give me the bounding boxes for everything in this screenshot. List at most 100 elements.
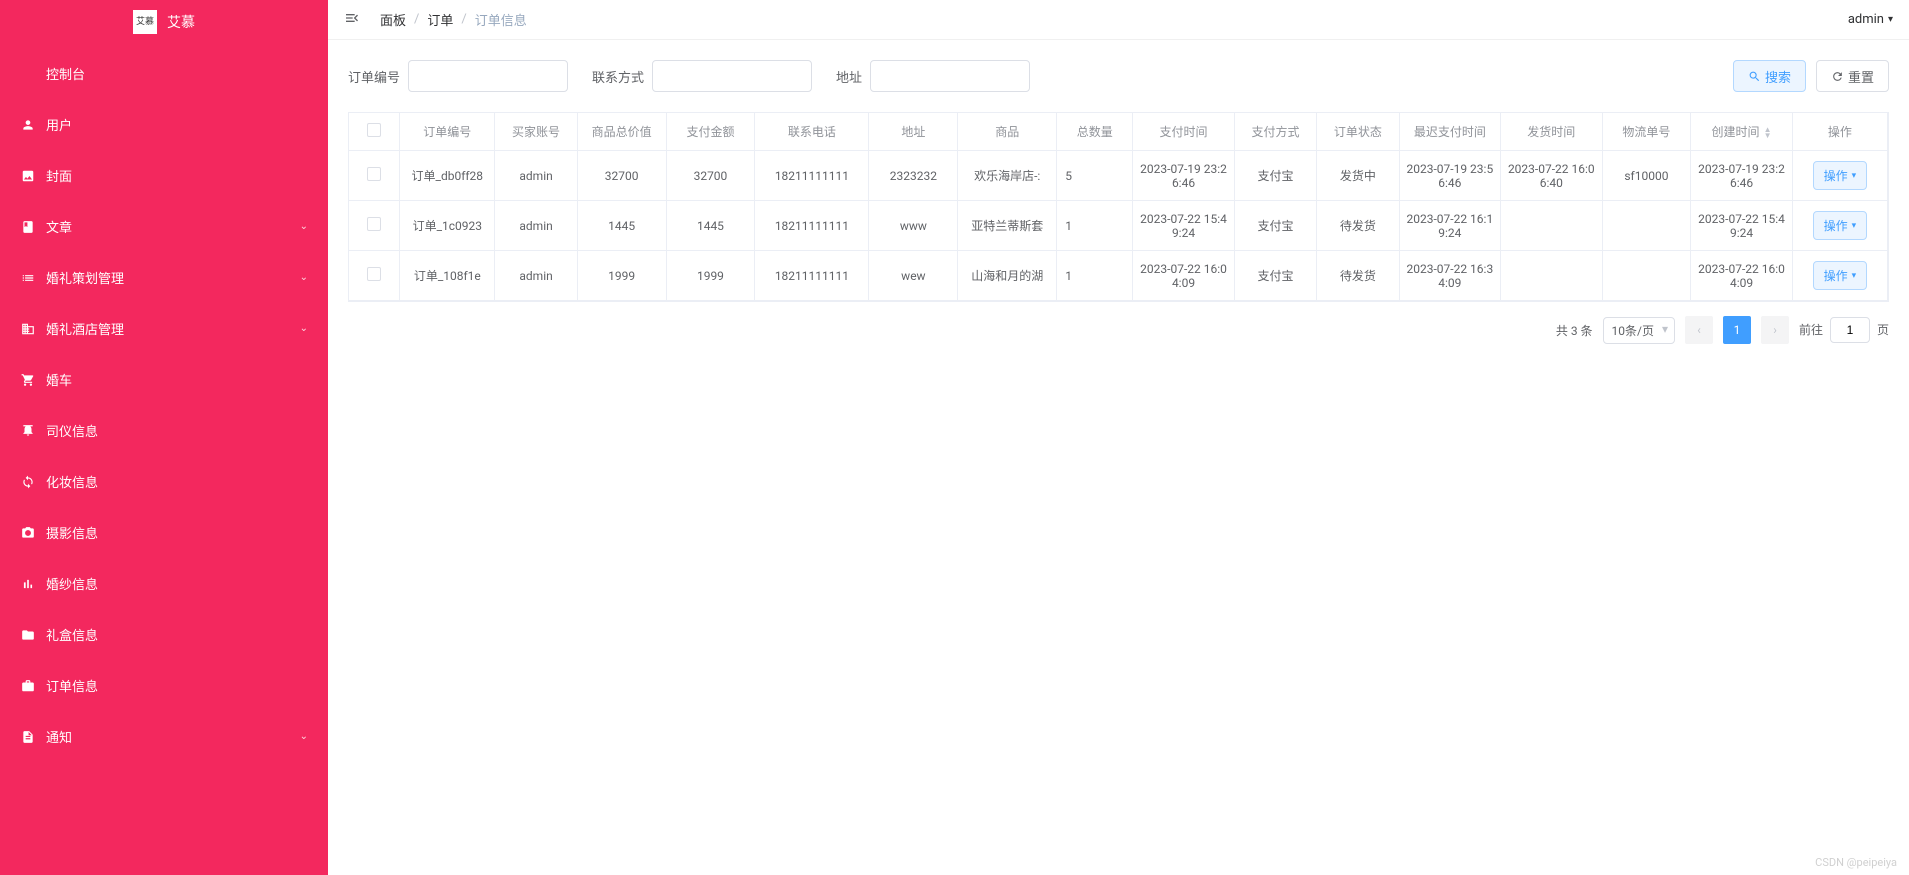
sidebar-item-label: 通知 [46, 727, 72, 746]
user-dropdown[interactable]: admin ▾ [1848, 12, 1893, 27]
select-all-checkbox[interactable] [367, 123, 381, 137]
cell-buyer: admin [495, 251, 577, 301]
collapse-sidebar-button[interactable] [344, 10, 360, 30]
breadcrumb-item[interactable]: 面板 [380, 10, 406, 29]
col-product: 商品 [958, 113, 1057, 151]
sidebar-item-label: 控制台 [46, 64, 85, 83]
cart-icon [20, 372, 36, 388]
cell-pay-time: 2023-07-22 15:49:24 [1133, 201, 1234, 251]
sidebar-item-label: 礼盒信息 [46, 625, 98, 644]
col-action: 操作 [1792, 113, 1887, 151]
refresh-icon [20, 474, 36, 490]
cell-total: 1445 [577, 201, 666, 251]
cell-buyer: admin [495, 151, 577, 201]
sidebar-item-label: 封面 [46, 166, 72, 185]
sidebar-item-label: 摄影信息 [46, 523, 98, 542]
sidebar-item[interactable]: 婚礼酒店管理⌄ [0, 303, 328, 354]
form-item-contact: 联系方式 [592, 60, 812, 92]
search-button-label: 搜索 [1765, 67, 1791, 86]
col-total: 商品总价值 [577, 113, 666, 151]
cell-pay-method: 支付宝 [1234, 251, 1316, 301]
sidebar-item[interactable]: 司仪信息 [0, 405, 328, 456]
sidebar-item-label: 文章 [46, 217, 72, 236]
row-checkbox[interactable] [367, 217, 381, 231]
cell-pay-time: 2023-07-22 16:04:09 [1133, 251, 1234, 301]
reset-button-label: 重置 [1848, 67, 1874, 86]
address-input[interactable] [870, 60, 1030, 92]
row-action-button[interactable]: 操作 ▾ [1813, 261, 1868, 290]
app-title: 艾慕 [167, 12, 195, 32]
chevron-down-icon: ⌄ [300, 221, 308, 232]
cell-total: 32700 [577, 151, 666, 201]
breadcrumb-sep: / [461, 12, 466, 27]
sidebar-item-label: 婚车 [46, 370, 72, 389]
col-created-sortable[interactable]: 创建时间▲▼ [1691, 113, 1792, 151]
sidebar-item[interactable]: 婚纱信息 [0, 558, 328, 609]
cell-qty: 1 [1057, 251, 1133, 301]
cell-created: 2023-07-22 15:49:24 [1691, 201, 1792, 251]
image-icon [20, 168, 36, 184]
cell-paid: 1999 [666, 251, 755, 301]
caret-down-icon: ▾ [1852, 221, 1857, 231]
col-phone: 联系电话 [755, 113, 869, 151]
col-pay-method: 支付方式 [1234, 113, 1316, 151]
cell-phone: 18211111111 [755, 151, 869, 201]
sidebar-item[interactable]: 封面 [0, 150, 328, 201]
building-icon [20, 321, 36, 337]
row-checkbox[interactable] [367, 267, 381, 281]
col-addr: 地址 [869, 113, 958, 151]
col-ship-time: 发货时间 [1501, 113, 1602, 151]
cell-phone: 18211111111 [755, 201, 869, 251]
search-button[interactable]: 搜索 [1733, 60, 1806, 92]
cell-status: 待发货 [1317, 201, 1399, 251]
cell-latest-pay: 2023-07-22 16:34:09 [1399, 251, 1500, 301]
row-action-button[interactable]: 操作 ▾ [1813, 161, 1868, 190]
col-order-no: 订单编号 [400, 113, 495, 151]
book-icon [20, 219, 36, 235]
table-row: 订单_1c0923 admin 1445 1445 18211111111 ww… [349, 201, 1888, 251]
order-icon [20, 678, 36, 694]
sidebar-item[interactable]: 婚礼策划管理⌄ [0, 252, 328, 303]
form-item-address: 地址 [836, 60, 1030, 92]
prev-page-button[interactable]: ‹ [1685, 316, 1713, 344]
sidebar-item[interactable]: 化妆信息 [0, 456, 328, 507]
watermark: CSDN @peipeiya [1815, 856, 1897, 869]
sidebar-menu: 控制台用户封面文章 ⌄ 婚礼策划管理⌄婚礼酒店管理⌄ 婚车司仪信息化妆信息摄影信息婚纱… [0, 44, 328, 762]
breadcrumb-item[interactable]: 订单 [427, 10, 453, 29]
sidebar-item[interactable]: 礼盒信息 [0, 609, 328, 660]
sidebar-item[interactable]: 摄影信息 [0, 507, 328, 558]
form-label: 联系方式 [592, 67, 644, 86]
row-checkbox[interactable] [367, 167, 381, 181]
row-action-button[interactable]: 操作 ▾ [1813, 211, 1868, 240]
sidebar-item[interactable]: 控制台 [0, 48, 328, 99]
user-icon [20, 117, 36, 133]
page-jump: 前往 页 [1799, 317, 1889, 343]
sidebar-item-label: 用户 [46, 115, 72, 134]
cell-pay-time: 2023-07-19 23:26:46 [1133, 151, 1234, 201]
sidebar-item[interactable]: 通知⌄ [0, 711, 328, 762]
sidebar-item[interactable]: 文章 ⌄ [0, 201, 328, 252]
cell-latest-pay: 2023-07-22 16:19:24 [1399, 201, 1500, 251]
page-number-button[interactable]: 1 [1723, 316, 1751, 344]
camera-icon [20, 525, 36, 541]
contact-input[interactable] [652, 60, 812, 92]
cell-ship-time [1501, 201, 1602, 251]
cell-action: 操作 ▾ [1792, 251, 1887, 301]
page-size-select[interactable]: 10条/页 [1603, 317, 1675, 344]
cell-buyer: admin [495, 201, 577, 251]
order-no-input[interactable] [408, 60, 568, 92]
reset-button[interactable]: 重置 [1816, 60, 1889, 92]
sidebar-item[interactable]: 订单信息 [0, 660, 328, 711]
logo-image: 艾慕 [133, 10, 157, 34]
col-tracking: 物流单号 [1602, 113, 1691, 151]
cell-created: 2023-07-19 23:26:46 [1691, 151, 1792, 201]
cell-created: 2023-07-22 16:04:09 [1691, 251, 1792, 301]
list-icon [20, 270, 36, 286]
next-page-button[interactable]: › [1761, 316, 1789, 344]
sidebar-item[interactable]: 用户 [0, 99, 328, 150]
cell-phone: 18211111111 [755, 251, 869, 301]
col-qty: 总数量 [1057, 113, 1133, 151]
top-header: 面板 / 订单 / 订单信息 admin ▾ [328, 0, 1909, 40]
page-jump-input[interactable] [1830, 317, 1870, 343]
sidebar-item[interactable]: 婚车 [0, 354, 328, 405]
